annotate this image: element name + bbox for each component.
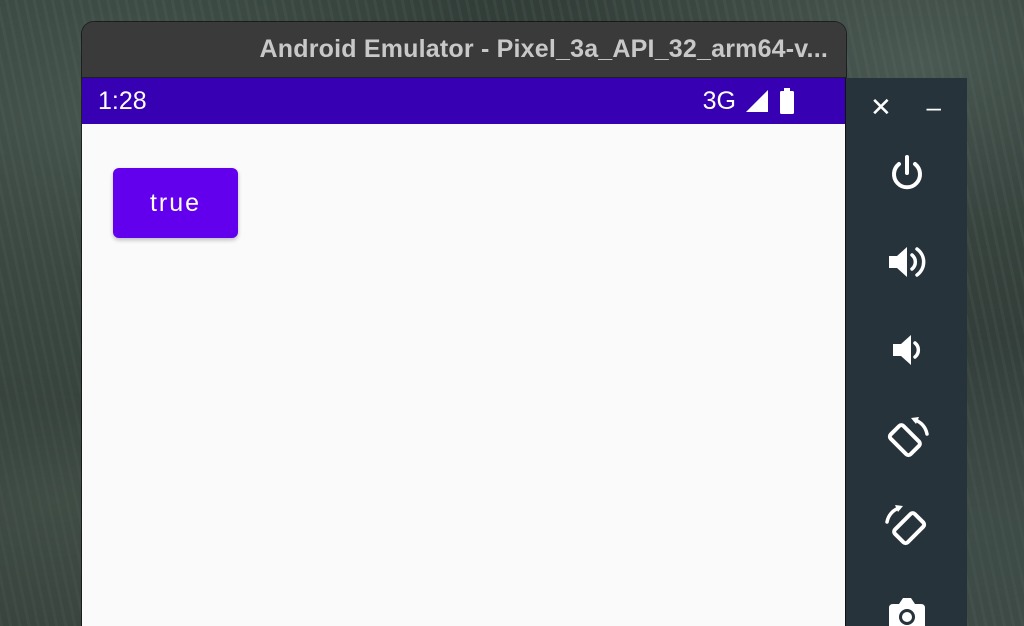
device-screen: true <box>82 124 846 626</box>
camera-icon <box>888 598 925 626</box>
rotate-right-icon <box>884 505 926 546</box>
volume-up-button[interactable] <box>846 232 967 292</box>
status-time: 1:28 <box>98 86 147 115</box>
rotate-left-button[interactable] <box>846 408 967 468</box>
emulator-window: Android Emulator - Pixel_3a_API_32_arm64… <box>82 22 846 626</box>
rotate-left-icon <box>887 417 929 458</box>
minimize-icon[interactable]: – <box>927 94 941 120</box>
window-title: Android Emulator - Pixel_3a_API_32_arm64… <box>259 35 828 63</box>
signal-icon <box>746 90 768 112</box>
power-button[interactable] <box>846 144 967 204</box>
emulator-side-panel: ✕ – <box>846 78 967 626</box>
screenshot-button[interactable] <box>846 584 967 626</box>
battery-icon <box>780 88 794 114</box>
volume-up-icon <box>888 247 925 277</box>
volume-down-button[interactable] <box>846 320 967 380</box>
close-icon[interactable]: ✕ <box>870 94 892 120</box>
panel-window-controls: ✕ – <box>846 78 967 136</box>
true-button[interactable]: true <box>113 168 238 238</box>
power-icon <box>891 155 922 190</box>
window-titlebar[interactable]: Android Emulator - Pixel_3a_API_32_arm64… <box>82 22 846 78</box>
android-status-bar: 1:28 3G <box>82 78 846 124</box>
volume-down-icon <box>892 335 920 365</box>
network-type: 3G <box>702 86 736 115</box>
status-indicators: 3G <box>703 87 796 116</box>
rotate-right-button[interactable] <box>846 496 967 556</box>
